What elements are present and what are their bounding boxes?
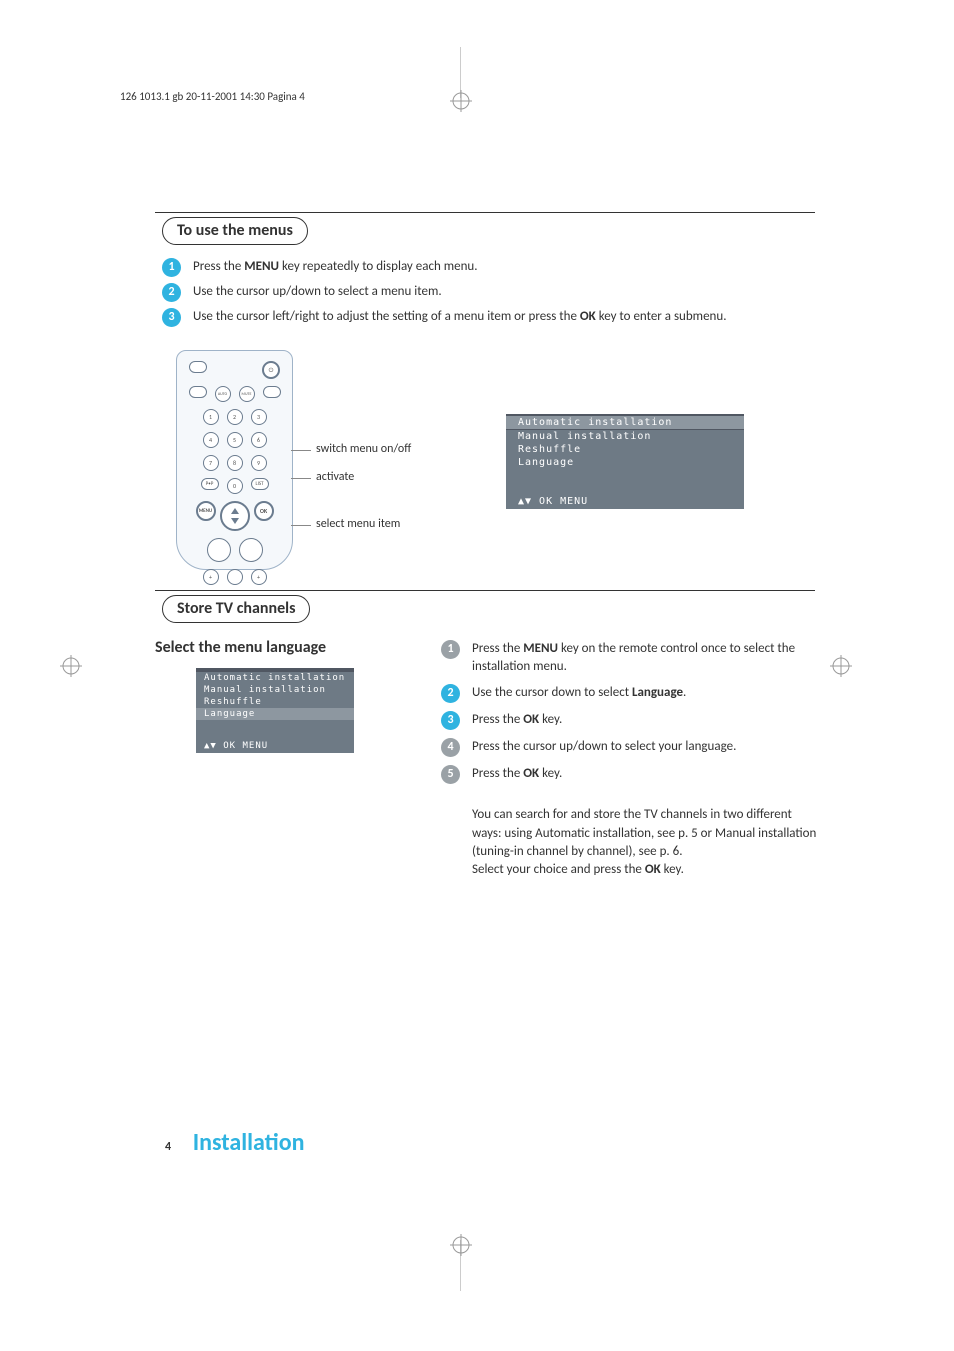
osd-footer: ▲▼ OK MENU (196, 739, 354, 753)
registration-mark-icon (450, 1234, 472, 1256)
step-number-icon: 1 (162, 258, 181, 277)
dpad-icon (220, 501, 250, 531)
step-text: Press the MENU key on the remote control… (472, 640, 817, 676)
leader-line (291, 478, 311, 479)
remote-key: 2 (227, 409, 243, 425)
step-text: Use the cursor down to select Language. (472, 684, 686, 702)
step-number-icon: 5 (441, 765, 460, 784)
step-text: Press the OK key. (472, 765, 562, 783)
step-number-icon: 1 (441, 640, 460, 659)
page-number: 4 (165, 1140, 171, 1154)
ok-key-icon: OK (254, 501, 274, 521)
chapter-title: Installation (193, 1128, 305, 1157)
remote-key (189, 361, 207, 373)
remote-key: 5 (227, 432, 243, 448)
remote-key (189, 386, 207, 398)
leader-line (291, 525, 311, 526)
osd-item: Reshuffle (506, 443, 744, 456)
step-number-icon: 2 (162, 283, 181, 302)
osd-menu: Automatic installation Manual installati… (506, 414, 744, 509)
remote-key: P•P (201, 478, 219, 490)
step-row: 2 Use the cursor up/down to select a men… (162, 283, 802, 302)
remote-key: 7 (203, 455, 219, 471)
registration-mark-icon (830, 655, 852, 677)
osd-item: Language (506, 456, 744, 469)
osd-item: Reshuffle (196, 696, 354, 708)
remote-key (227, 569, 243, 585)
remote-key (207, 538, 231, 562)
remote-key: AUTO (215, 386, 231, 402)
page-footer: 4 Installation (165, 1128, 304, 1157)
step-text: Use the cursor up/down to select a menu … (193, 283, 442, 302)
section-heading-pill: Store TV channels (162, 595, 310, 623)
remote-key: 6 (251, 432, 267, 448)
callout-label: select menu item (316, 517, 400, 531)
callout-label: activate (316, 470, 354, 484)
osd-item: Manual installation (506, 430, 744, 443)
remote-key: 4 (203, 432, 219, 448)
osd-item: Manual installation (196, 684, 354, 696)
remote-key: 3 (251, 409, 267, 425)
power-icon: ⏻ (262, 361, 280, 379)
step-row: 1 Press the MENU key repeatedly to displ… (162, 258, 802, 277)
step-text: Press the OK key. (472, 711, 562, 729)
rule (155, 212, 815, 213)
section-heading-pill: To use the menus (162, 217, 308, 245)
osd-footer: ▲▼ OK MENU (506, 494, 744, 509)
step-row: 3 Use the cursor left/right to adjust th… (162, 308, 802, 327)
osd-menu: Automatic installation Manual installati… (196, 668, 354, 753)
step-text: Use the cursor left/right to adjust the … (193, 308, 726, 327)
plus-icon: + (251, 569, 267, 585)
step-row: 1 Press the MENU key on the remote contr… (441, 640, 817, 676)
step-number-icon: 3 (162, 308, 181, 327)
step-row: 5 Press the OK key. (441, 765, 817, 784)
step-text: Press the cursor up/down to select your … (472, 738, 736, 756)
remote-key (263, 386, 281, 398)
step-text: Press the MENU key repeatedly to display… (193, 258, 478, 277)
body-text: You can search for and store the TV chan… (441, 806, 817, 879)
sub-heading: Select the menu language (155, 638, 326, 657)
registration-mark-icon (60, 655, 82, 677)
registration-mark-icon (450, 90, 472, 112)
menu-key-icon: MENU (196, 501, 216, 521)
remote-key: 1 (203, 409, 219, 425)
osd-item: Automatic installation (196, 672, 354, 684)
leader-line (291, 450, 311, 451)
remote-key: LIST (251, 478, 269, 490)
remote-key: MUTE (239, 386, 255, 402)
step-row: 4 Press the cursor up/down to select you… (441, 738, 817, 757)
remote-key: 0 (227, 478, 243, 494)
remote-key (239, 538, 263, 562)
step-number-icon: 3 (441, 711, 460, 730)
step-number-icon: 4 (441, 738, 460, 757)
osd-item: Automatic installation (506, 416, 744, 429)
step-row: 3 Press the OK key. (441, 711, 817, 730)
remote-key: 9 (251, 455, 267, 471)
remote-key: 8 (227, 455, 243, 471)
osd-header: Automatic installation (506, 414, 744, 430)
rule (155, 590, 815, 591)
step-list: 1 Press the MENU key repeatedly to displ… (162, 258, 802, 333)
step-list: 1 Press the MENU key on the remote contr… (441, 640, 817, 879)
osd-item: Language (196, 708, 354, 720)
step-row: 2 Use the cursor down to select Language… (441, 684, 817, 703)
step-number-icon: 2 (441, 684, 460, 703)
print-slug: 126 1013.1 gb 20-11-2001 14:30 Pagina 4 (120, 90, 305, 103)
plus-icon: + (203, 569, 219, 585)
remote-body: ⏻ AUTO MUTE 1 2 3 4 5 6 7 8 9 P•P 0 LIST (176, 350, 293, 570)
callout-label: switch menu on/off (316, 442, 411, 456)
